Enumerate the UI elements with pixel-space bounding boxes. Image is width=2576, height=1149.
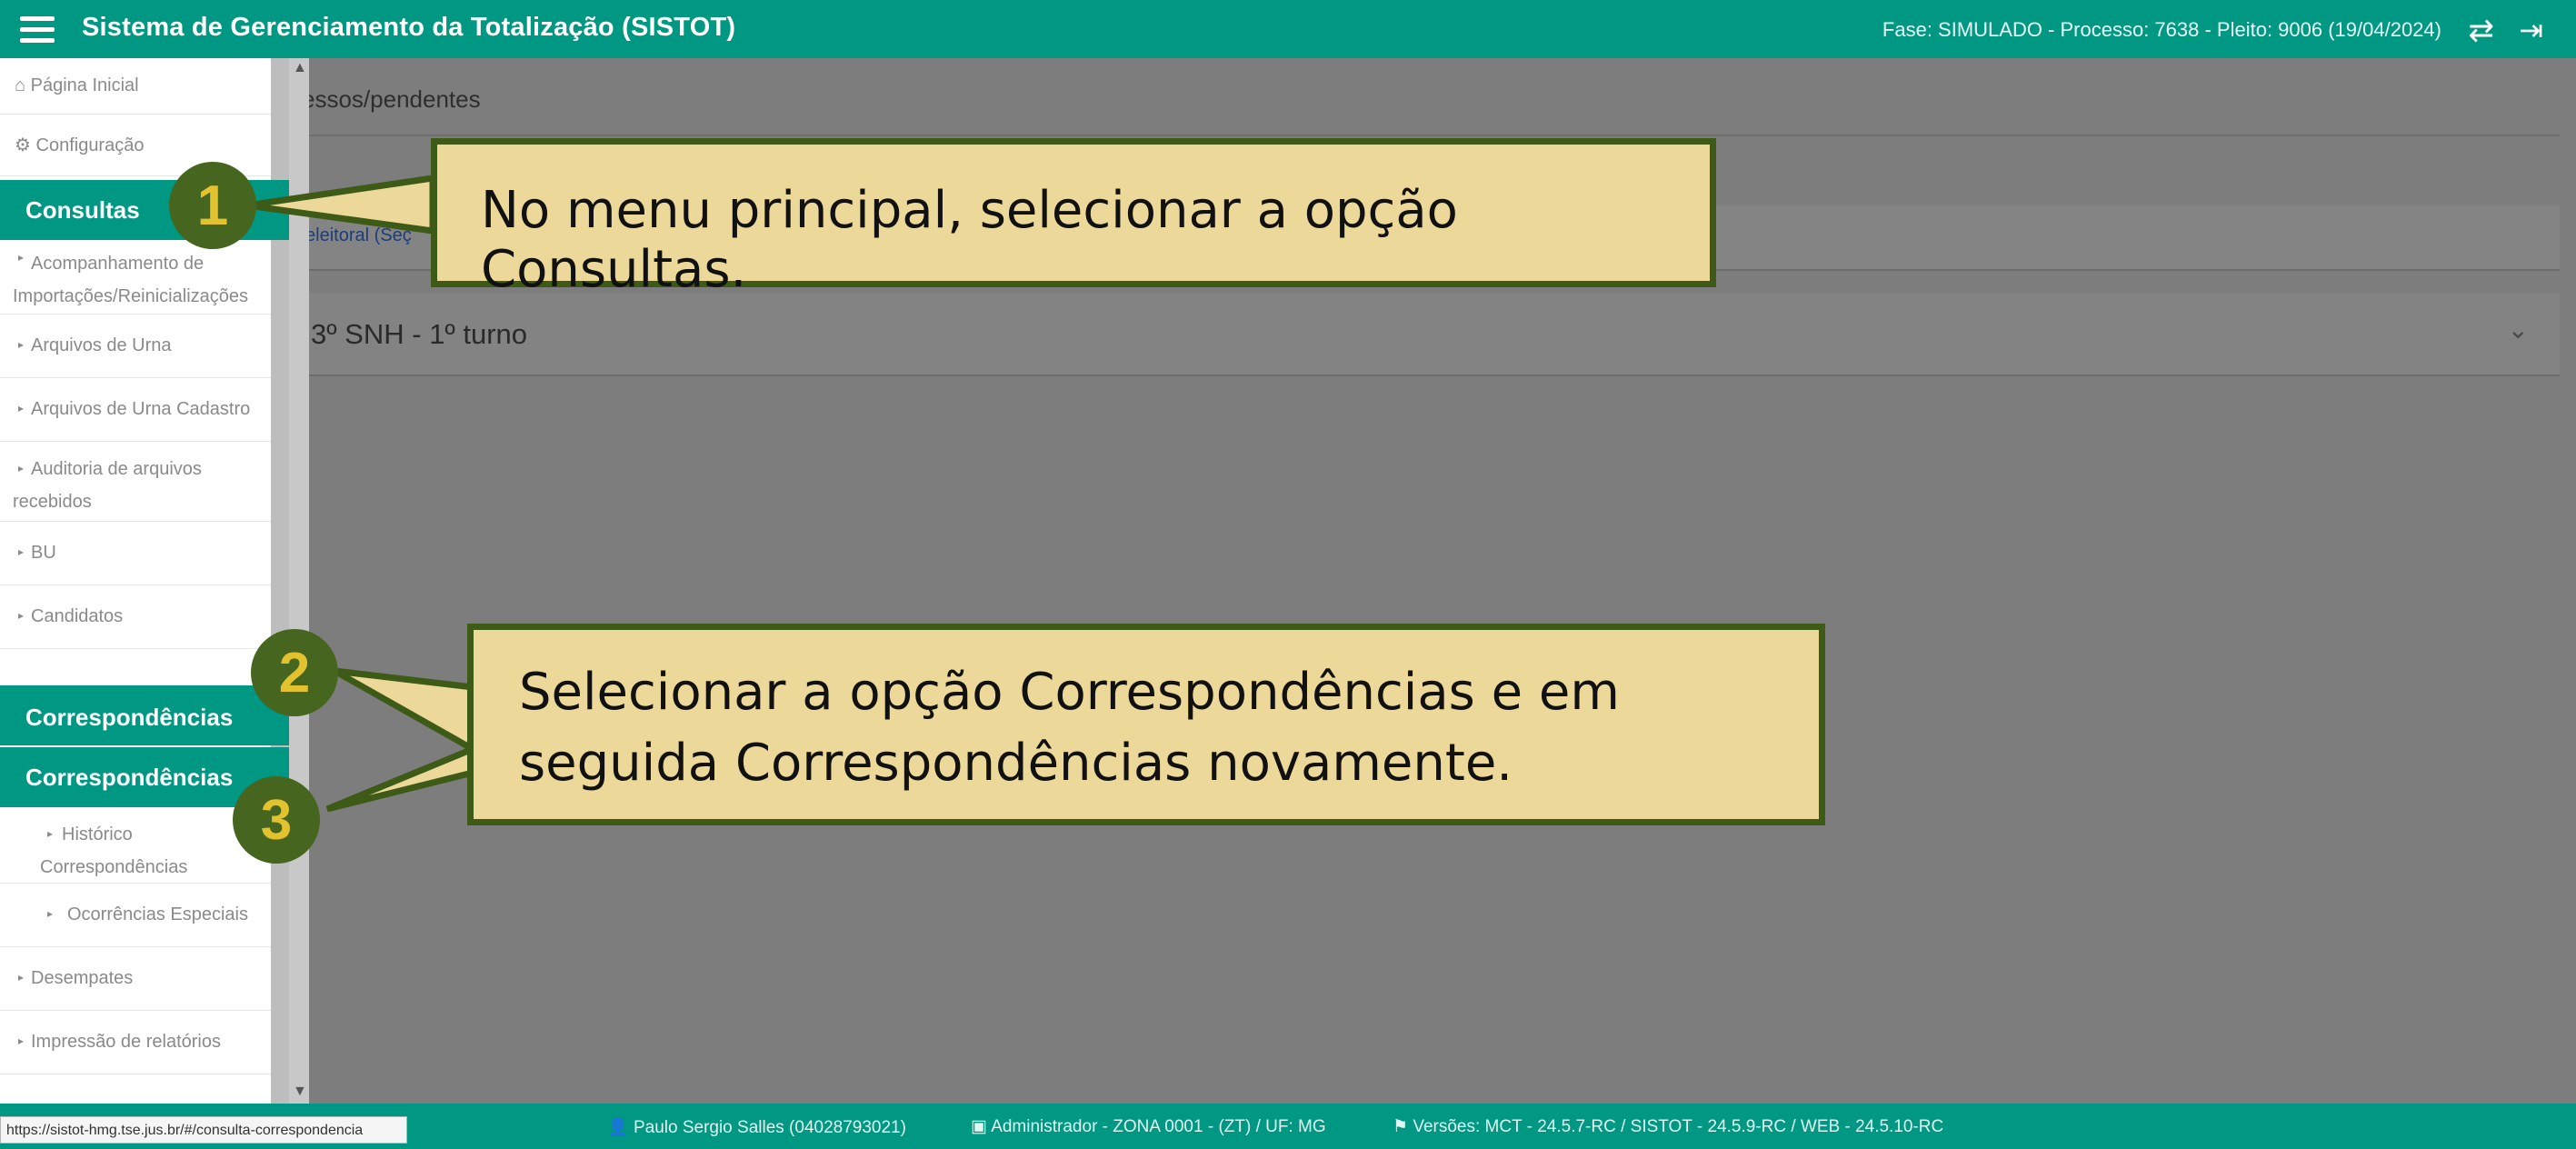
callout-1-pointer xyxy=(246,174,436,235)
step-marker-1: 1 xyxy=(169,162,256,249)
callout-step-1: No menu principal, selecionar a opção Co… xyxy=(431,138,1716,299)
callout-2-pointer xyxy=(325,667,480,813)
callout-step-2-text: Selecionar a opção Correspondências e em… xyxy=(519,663,1620,793)
callout-step-2: Selecionar a opção Correspondências e em… xyxy=(467,624,1825,825)
step-marker-2: 2 xyxy=(251,629,338,716)
callout-step-1-text: No menu principal, selecionar a opção Co… xyxy=(481,181,1458,299)
step-marker-3: 3 xyxy=(233,776,320,864)
